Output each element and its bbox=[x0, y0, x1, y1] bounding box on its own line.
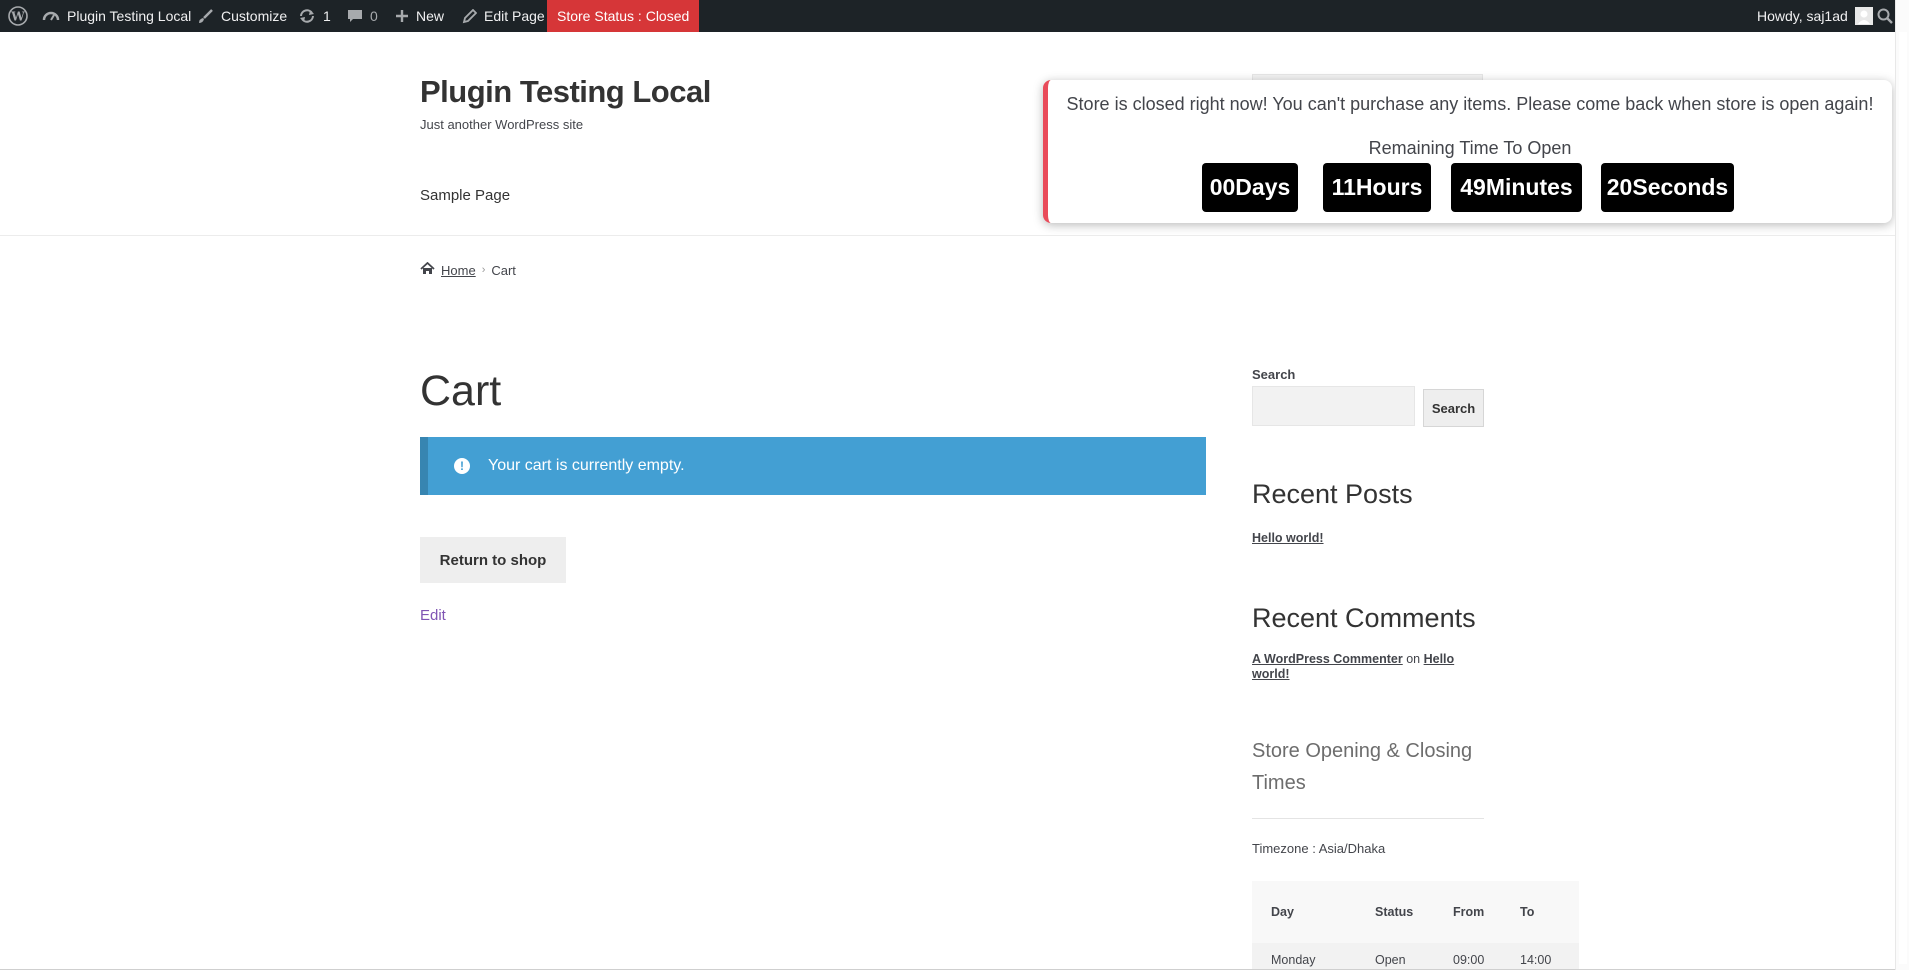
store-status-badge[interactable]: Store Status : Closed bbox=[547, 0, 700, 32]
table-cell-day: Monday bbox=[1271, 953, 1316, 967]
sidebar-search-input[interactable] bbox=[1252, 386, 1415, 426]
recent-comment-item: A WordPress Commenter on Hello world! bbox=[1252, 652, 1484, 682]
site-tagline: Just another WordPress site bbox=[420, 117, 584, 132]
breadcrumb: Home › Cart bbox=[420, 261, 516, 278]
timezone-label: Timezone : Asia/Dhaka bbox=[1252, 841, 1386, 856]
table-header-from: From bbox=[1453, 905, 1485, 919]
table-header-to: To bbox=[1520, 905, 1535, 919]
site-name-label: Plugin Testing Local bbox=[67, 8, 192, 24]
brush-icon bbox=[197, 8, 214, 25]
store-hours-table: Day Status From To Monday Open 09:00 14:… bbox=[1252, 881, 1579, 970]
wordpress-logo-icon[interactable]: W bbox=[8, 0, 28, 32]
updates-count: 1 bbox=[323, 8, 331, 24]
page-title: Cart bbox=[420, 367, 502, 415]
admin-bar: W Plugin Testing Local Customize 1 0 New… bbox=[0, 0, 1909, 32]
customize-link[interactable]: Customize bbox=[197, 0, 287, 32]
comment-author-link[interactable]: A WordPress Commenter bbox=[1252, 652, 1403, 666]
popup-message: Store is closed right now! You can't pur… bbox=[1066, 94, 1874, 114]
plus-icon bbox=[395, 9, 409, 23]
dashboard-icon bbox=[42, 7, 60, 25]
info-icon: ! bbox=[454, 458, 470, 474]
comment-on-text: on bbox=[1406, 652, 1421, 666]
comments-count: 0 bbox=[370, 8, 378, 24]
avatar-icon bbox=[1854, 7, 1873, 25]
store-times-heading: Store Opening & Closing Times bbox=[1252, 740, 1473, 794]
table-cell-from: 09:00 bbox=[1453, 953, 1485, 967]
scrollbar-thumb[interactable] bbox=[1899, 32, 1907, 964]
table-header-day: Day bbox=[1271, 905, 1294, 919]
sidebar-search-button[interactable]: Search bbox=[1423, 389, 1484, 427]
page-scrollbar[interactable] bbox=[1895, 0, 1909, 970]
comments-link[interactable]: 0 bbox=[347, 0, 378, 32]
countdown-minutes: 49Minutes bbox=[1451, 163, 1582, 212]
user-account-menu[interactable]: Howdy, saj1ad bbox=[1757, 0, 1873, 32]
table-header-status: Status bbox=[1375, 905, 1414, 919]
table-cell-to: 14:00 bbox=[1520, 953, 1552, 967]
pencil-icon bbox=[462, 8, 477, 24]
new-content-menu[interactable]: New bbox=[395, 0, 444, 32]
edit-link[interactable]: Edit bbox=[420, 607, 446, 624]
breadcrumb-home-link[interactable]: Home bbox=[441, 263, 476, 278]
updates-icon bbox=[298, 7, 316, 25]
svg-text:W: W bbox=[10, 10, 25, 24]
nav-item-sample-page[interactable]: Sample Page bbox=[420, 187, 510, 204]
breadcrumb-separator: › bbox=[481, 264, 486, 276]
return-to-shop-button[interactable]: Return to shop bbox=[420, 537, 566, 583]
edit-page-label: Edit Page bbox=[484, 8, 545, 24]
site-title[interactable]: Plugin Testing Local bbox=[420, 74, 711, 110]
store-closed-popup: Store is closed right now! You can't pur… bbox=[1043, 80, 1892, 223]
customize-label: Customize bbox=[221, 8, 288, 24]
header-divider bbox=[0, 235, 1895, 236]
updates-link[interactable]: 1 bbox=[298, 0, 331, 32]
home-icon bbox=[420, 261, 435, 278]
breadcrumb-current: Cart bbox=[491, 262, 516, 278]
comment-icon bbox=[347, 8, 363, 24]
site-name-menu[interactable]: Plugin Testing Local bbox=[42, 0, 191, 32]
recent-post-link[interactable]: Hello world! bbox=[1252, 531, 1324, 545]
countdown-seconds: 20Seconds bbox=[1601, 163, 1734, 212]
new-label: New bbox=[416, 8, 445, 24]
store-times-divider bbox=[1252, 818, 1484, 819]
table-row: Monday Open 09:00 14:00 bbox=[1252, 943, 1579, 970]
countdown-days: 00Days bbox=[1202, 163, 1298, 212]
cart-empty-notice: ! Your cart is currently empty. bbox=[420, 437, 1206, 495]
greeting-label: Howdy, saj1ad bbox=[1757, 8, 1848, 24]
store-status-label: Store Status : Closed bbox=[557, 8, 690, 24]
cart-empty-text: Your cart is currently empty. bbox=[488, 457, 685, 474]
search-icon[interactable] bbox=[1877, 0, 1893, 32]
table-cell-status: Open bbox=[1375, 953, 1406, 967]
recent-comments-heading: Recent Comments bbox=[1252, 603, 1476, 633]
remaining-time-label: Remaining Time To Open bbox=[1368, 138, 1572, 158]
edit-page-link[interactable]: Edit Page bbox=[462, 0, 545, 32]
sidebar-search-label: Search bbox=[1252, 367, 1296, 382]
countdown-hours: 11Hours bbox=[1323, 163, 1431, 212]
recent-posts-heading: Recent Posts bbox=[1252, 479, 1413, 509]
